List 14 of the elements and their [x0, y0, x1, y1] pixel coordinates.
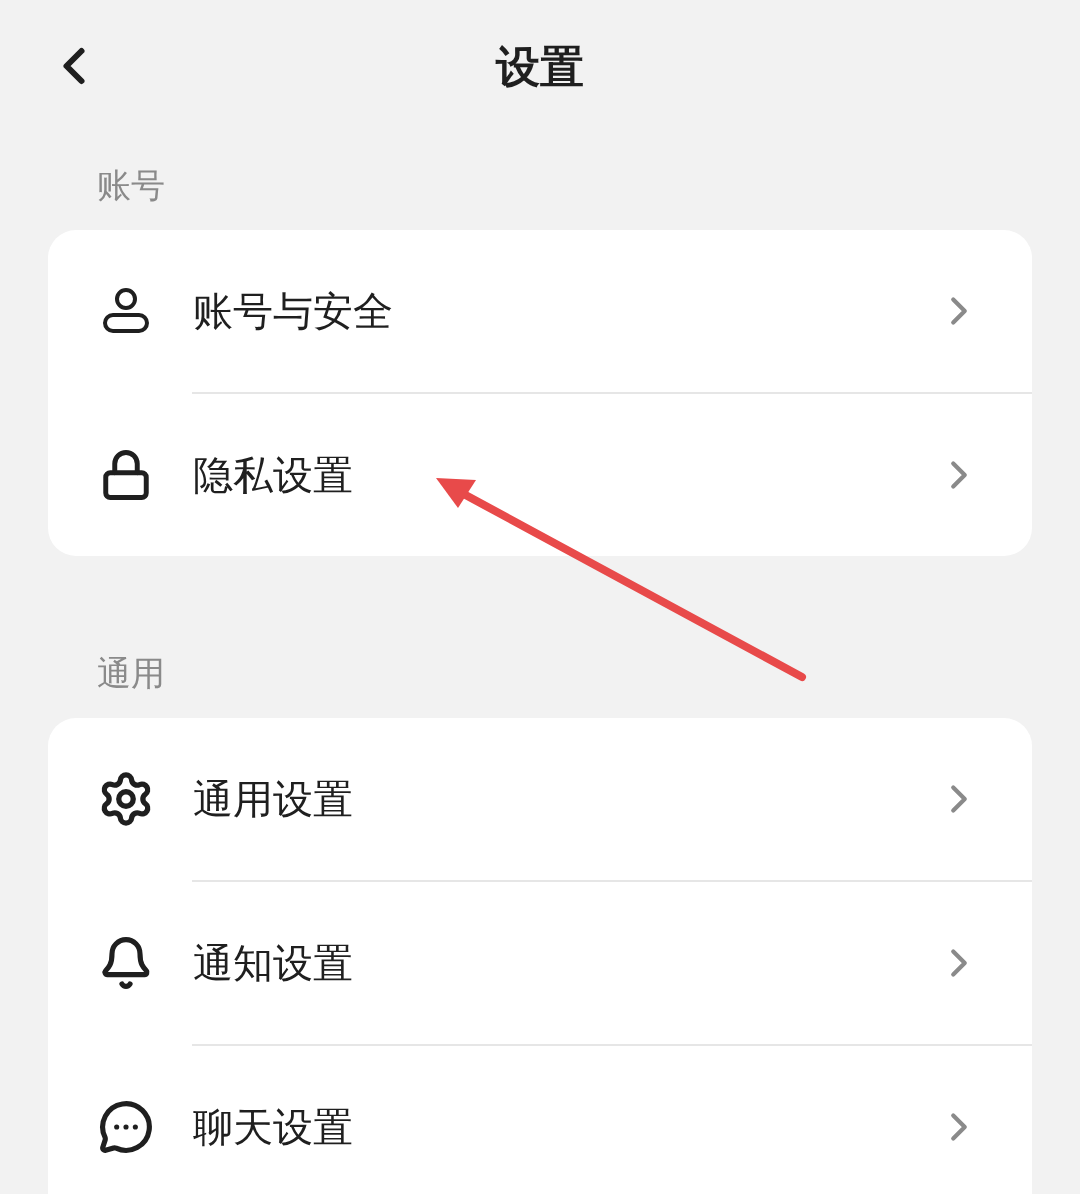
- section-label: 通用: [97, 656, 165, 690]
- settings-row[interactable]: 通知设置: [48, 882, 1032, 1044]
- row-label: 通知设置: [193, 943, 354, 983]
- row-label: 账号与安全: [193, 291, 394, 331]
- row-label: 隐私设置: [193, 455, 354, 495]
- settings-row[interactable]: 账号与安全: [48, 230, 1032, 392]
- settings-row[interactable]: 隐私设置: [48, 394, 1032, 556]
- settings-row[interactable]: 通用设置: [48, 718, 1032, 880]
- settings-row[interactable]: 聊天设置: [48, 1046, 1032, 1194]
- row-label: 通用设置: [193, 779, 354, 819]
- chat-bubble-icon: [97, 1099, 154, 1155]
- section-label: 账号: [97, 168, 165, 202]
- row-label: 聊天设置: [193, 1107, 354, 1147]
- page-title: 设置: [496, 45, 584, 89]
